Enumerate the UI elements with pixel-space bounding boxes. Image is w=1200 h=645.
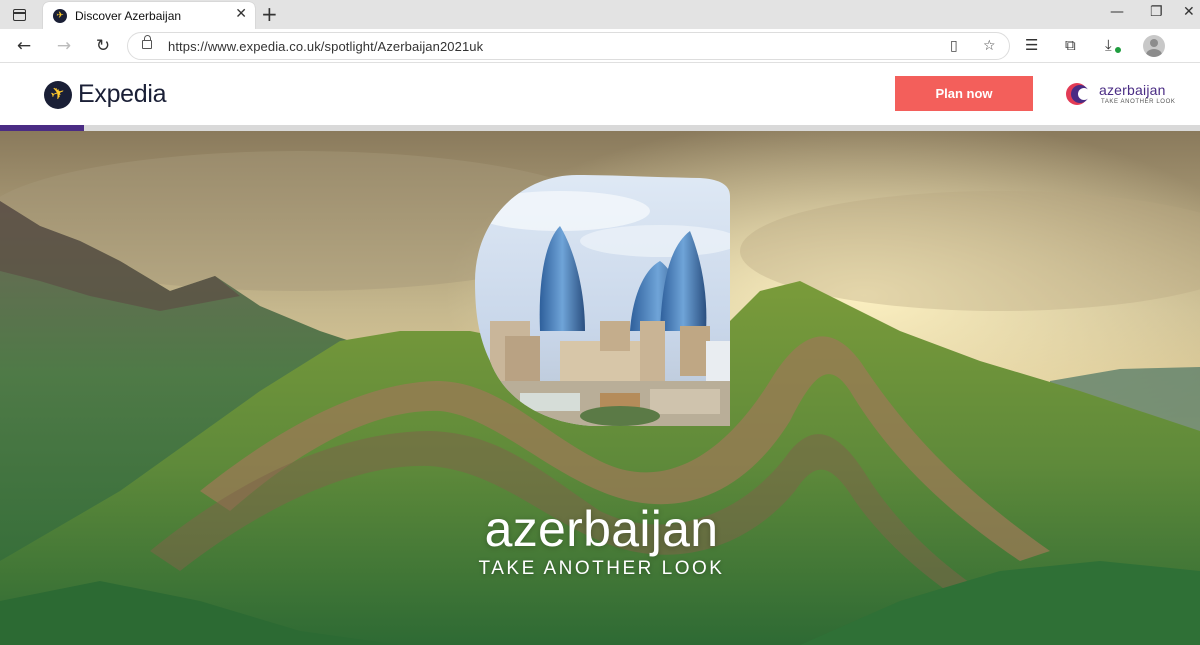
partner-tagline: TAKE ANOTHER LOOK bbox=[1101, 99, 1176, 105]
tab-actions-button[interactable] bbox=[8, 5, 30, 25]
close-window-button[interactable]: ✕ bbox=[1183, 4, 1195, 20]
address-bar[interactable]: https://www.expedia.co.uk/spotlight/Azer… bbox=[127, 32, 1010, 60]
plan-now-button[interactable]: Plan now bbox=[895, 76, 1033, 111]
baku-city-image bbox=[475, 175, 730, 426]
hero-tagline: TAKE ANOTHER LOOK bbox=[478, 558, 725, 579]
hero-banner: azerbaijan TAKE ANOTHER LOOK bbox=[0, 131, 1200, 645]
add-favorite-icon[interactable]: ☆ bbox=[983, 38, 996, 54]
expedia-logo-text: Expedia bbox=[78, 80, 167, 108]
restore-button[interactable]: ❐ bbox=[1150, 4, 1163, 20]
expedia-plane-icon bbox=[44, 80, 72, 109]
site-header: Expedia Plan now azerbaijan TAKE ANOTHER… bbox=[0, 63, 1200, 125]
tab-actions-icon bbox=[12, 9, 26, 21]
expedia-favicon-icon bbox=[53, 9, 67, 23]
browser-tab[interactable]: Discover Azerbaijan ✕ bbox=[43, 2, 255, 29]
azerbaijan-partner-logo[interactable]: azerbaijan TAKE ANOTHER LOOK bbox=[1065, 80, 1185, 110]
url-text[interactable]: https://www.expedia.co.uk/spotlight/Azer… bbox=[168, 39, 483, 54]
new-tab-button[interactable]: + bbox=[261, 3, 278, 25]
collections-icon[interactable]: ⧉ bbox=[1065, 36, 1076, 54]
browser-toolbar: ← → ↻ https://www.expedia.co.uk/spotligh… bbox=[0, 29, 1200, 63]
hero-title: azerbaijan bbox=[484, 501, 719, 557]
tab-title: Discover Azerbaijan bbox=[75, 9, 182, 23]
expedia-logo[interactable]: Expedia bbox=[44, 80, 167, 109]
favorites-icon[interactable]: ☰ bbox=[1025, 36, 1038, 54]
download-complete-badge bbox=[1114, 46, 1122, 54]
partner-name: azerbaijan bbox=[1099, 82, 1166, 98]
downloads-icon[interactable]: ⤓ bbox=[1105, 36, 1112, 54]
minimize-button[interactable]: — bbox=[1110, 4, 1124, 20]
browser-titlebar: Discover Azerbaijan ✕ + — ❐ ✕ bbox=[0, 0, 1200, 29]
azerbaijan-logo-mark-icon bbox=[1066, 83, 1089, 105]
back-button[interactable]: ← bbox=[12, 34, 36, 58]
profile-icon[interactable] bbox=[1143, 35, 1165, 57]
refresh-button[interactable]: ↻ bbox=[91, 34, 115, 58]
tab-close-icon[interactable]: ✕ bbox=[235, 6, 247, 22]
reader-view-icon[interactable]: ▯ bbox=[950, 38, 958, 54]
forward-button[interactable]: → bbox=[52, 34, 76, 58]
lock-icon[interactable] bbox=[142, 35, 152, 49]
